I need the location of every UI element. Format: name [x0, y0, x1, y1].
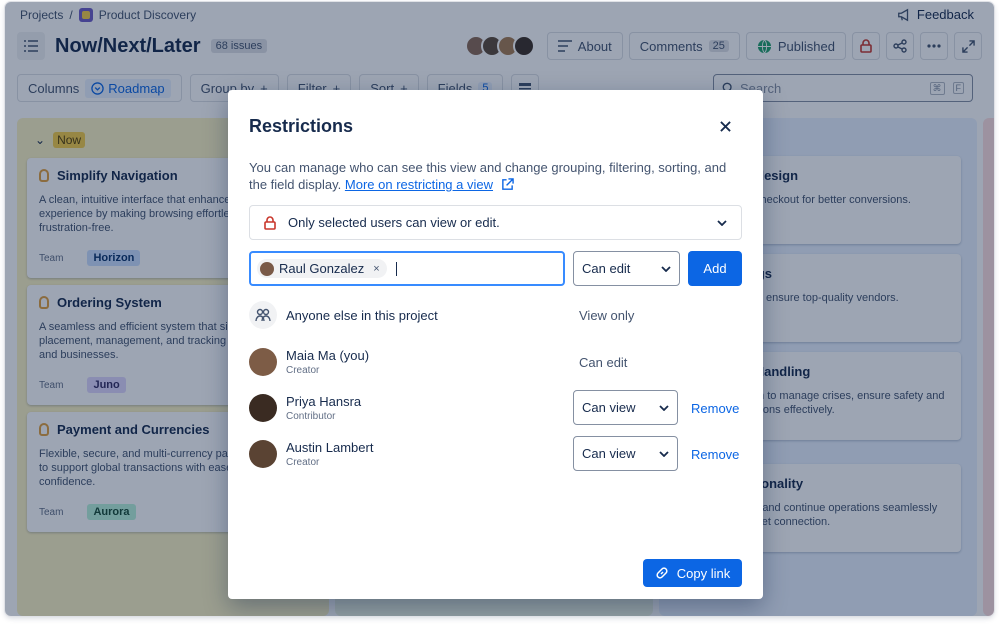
dialog-title: Restrictions [249, 116, 353, 137]
avatar [249, 348, 277, 376]
permission-select[interactable]: Can view [573, 436, 678, 471]
avatar [260, 262, 274, 276]
selected-user-chip[interactable]: Raul Gonzalez × [257, 259, 387, 278]
dialog-description: You can manage who can see this view and… [249, 159, 744, 193]
chevron-down-icon [659, 405, 669, 411]
text-caret [396, 262, 397, 276]
remove-user-button[interactable]: Remove [691, 401, 739, 416]
close-button[interactable] [715, 116, 735, 136]
avatar [249, 394, 277, 422]
selected-user-name: Raul Gonzalez [279, 261, 364, 276]
entry-name: Maia Ma (you) [286, 348, 369, 363]
lock-icon [264, 216, 276, 230]
group-icon [249, 301, 277, 329]
new-user-permission-select[interactable]: Can edit [573, 251, 680, 286]
external-link-icon[interactable] [501, 178, 514, 191]
restriction-level-value: Only selected users can view or edit. [288, 215, 500, 230]
chevron-down-icon [659, 451, 669, 457]
remove-chip-icon[interactable]: × [373, 263, 379, 275]
copy-link-label: Copy link [677, 566, 730, 581]
chevron-down-icon [661, 266, 671, 272]
avatar [249, 440, 277, 468]
entry-name: Anyone else in this project [286, 308, 438, 323]
link-icon [655, 566, 669, 580]
entry-name: Austin Lambert [286, 440, 373, 455]
restricting-view-link[interactable]: More on restricting a view [345, 177, 493, 192]
restriction-level-select[interactable]: Only selected users can view or edit. [249, 205, 742, 240]
app-window: Projects / Product Discovery Feedback No… [5, 2, 994, 616]
copy-link-button[interactable]: Copy link [643, 559, 742, 587]
entry-role: Contributor [286, 411, 361, 422]
entry-name: Priya Hansra [286, 394, 361, 409]
entry-role: Creator [286, 365, 369, 376]
link-text: More on restricting a view [345, 177, 493, 192]
access-row: Austin Lambert Creator Can view Remove [249, 434, 742, 474]
add-user-input[interactable]: Raul Gonzalez × [249, 251, 565, 286]
access-row: Maia Ma (you) Creator Can edit [249, 342, 742, 382]
access-row: Priya Hansra Contributor Can view Remove [249, 388, 742, 428]
remove-user-button[interactable]: Remove [691, 447, 739, 462]
permission-select[interactable]: Can view [573, 390, 678, 425]
entry-permission: View only [579, 308, 634, 323]
restrictions-dialog: Restrictions You can manage who can see … [228, 90, 763, 599]
access-row: Anyone else in this project View only [249, 295, 742, 335]
close-icon [720, 121, 731, 132]
add-button[interactable]: Add [688, 251, 742, 286]
permission-value: Can view [582, 400, 635, 415]
entry-permission: Can edit [579, 355, 627, 370]
permission-value: Can view [582, 446, 635, 461]
chevron-down-icon [717, 220, 727, 226]
permission-value: Can edit [582, 261, 630, 276]
entry-role: Creator [286, 457, 373, 468]
